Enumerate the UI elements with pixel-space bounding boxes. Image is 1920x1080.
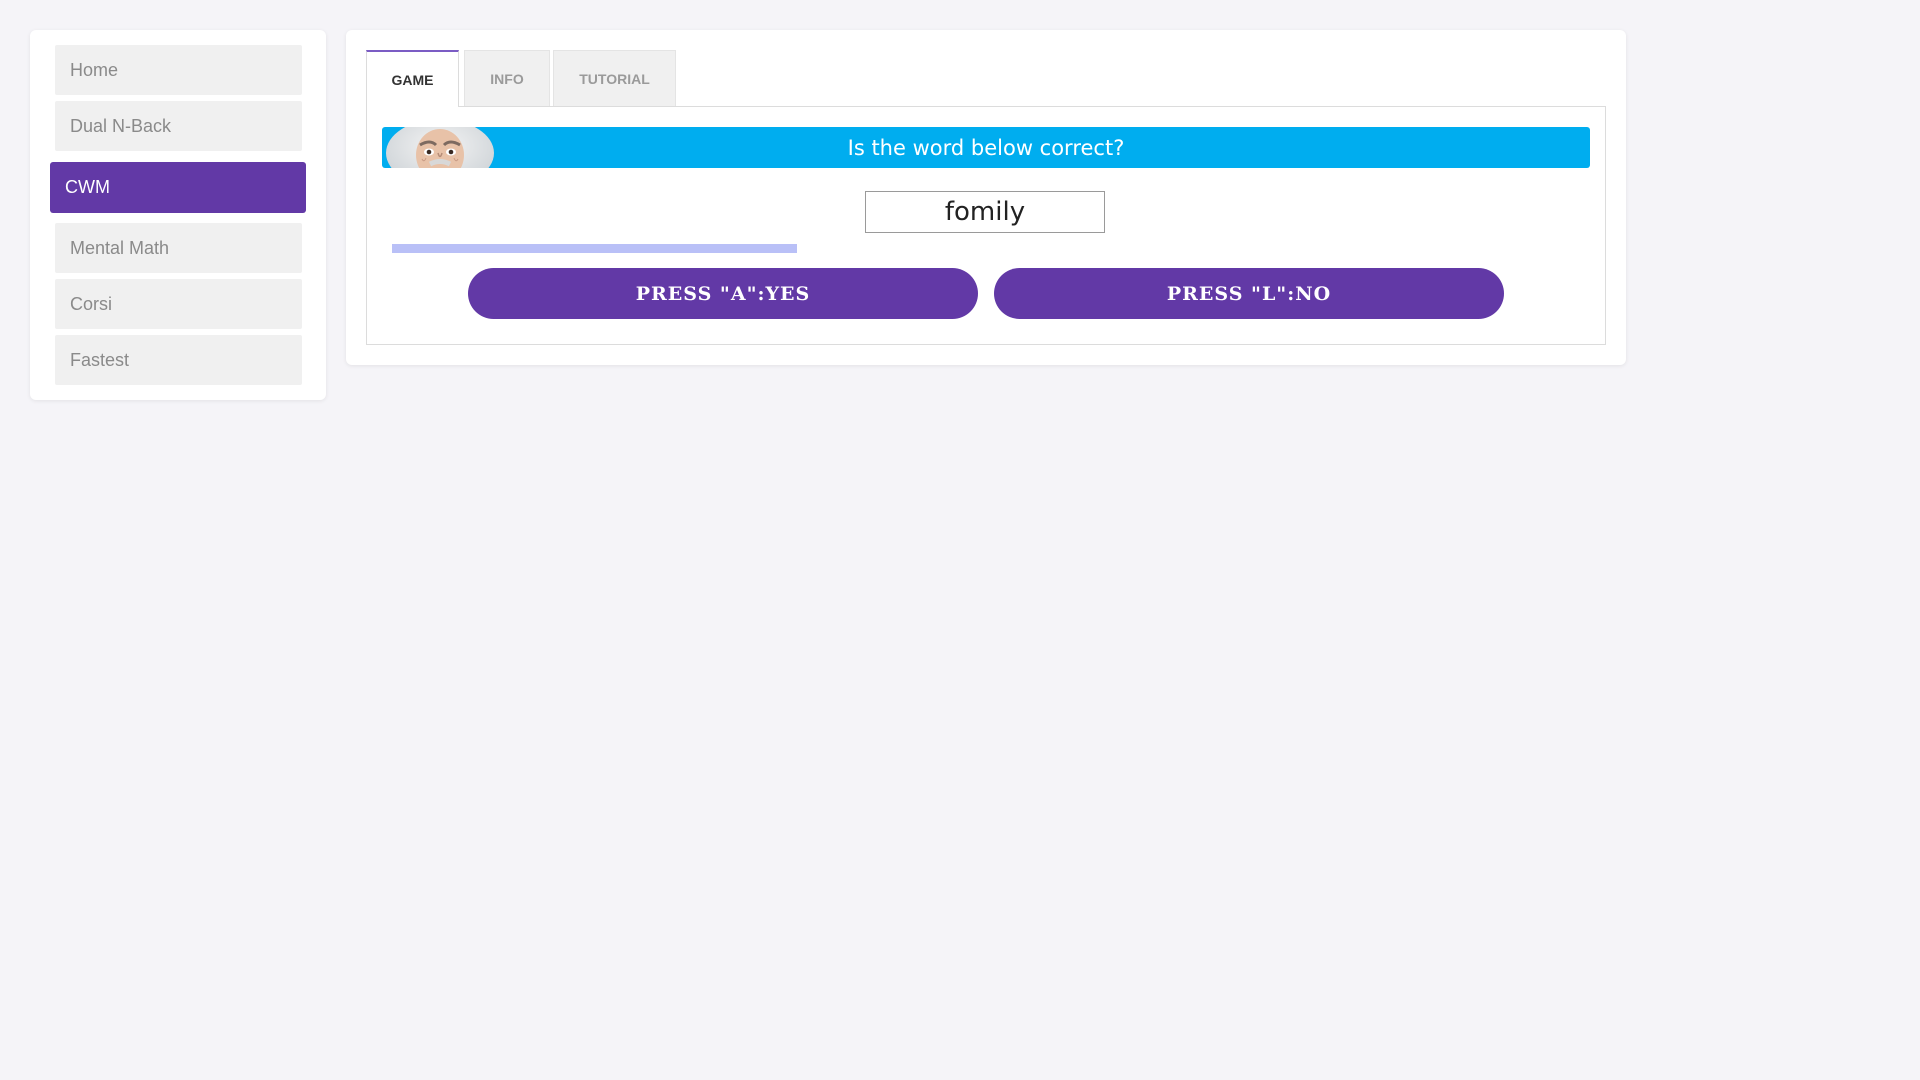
sidebar-nav: Home Dual N-Back CWM Mental Math Corsi F… [30,30,326,400]
sidebar-item-label: Home [70,59,119,80]
yes-button-label: PRESS "A":YES [635,282,811,305]
tab-label: TUTORIAL [579,71,650,87]
word-display: fomily [865,191,1105,233]
game-card: GAME INFO TUTORIAL Is the word below cor… [346,30,1626,365]
timer-bar [392,244,1582,253]
sidebar-item-label: Corsi [70,293,113,314]
tab-label: GAME [391,71,434,88]
word-text: fomily [944,197,1026,227]
sidebar-item-label: Fastest [70,349,130,370]
prompt-banner: Is the word below correct? [382,127,1590,168]
sidebar-item-corsi[interactable]: Corsi [55,279,302,329]
sidebar-item-label: Dual N-Back [70,115,172,136]
sidebar-item-label: CWM [65,177,110,197]
prompt-text: Is the word below correct? [847,135,1125,160]
timer-bar-fill [392,244,797,253]
sidebar-item-label: Mental Math [70,237,170,258]
sidebar-item-cwm[interactable]: CWM [50,162,306,213]
game-panel: Is the word below correct? fomily PRESS … [366,106,1606,345]
sidebar-item-dual-n-back[interactable]: Dual N-Back [55,101,302,151]
sidebar-item-mental-math[interactable]: Mental Math [55,223,302,273]
no-button-label: PRESS "L":NO [1166,282,1332,305]
yes-button[interactable]: PRESS "A":YES [468,268,978,319]
sidebar-item-fastest[interactable]: Fastest [55,335,302,385]
tab-game[interactable]: GAME [366,50,459,107]
tab-label: INFO [490,71,524,87]
tab-info[interactable]: INFO [464,50,550,107]
sidebar-item-home[interactable]: Home [55,45,302,95]
tab-tutorial[interactable]: TUTORIAL [553,50,676,107]
no-button[interactable]: PRESS "L":NO [994,268,1504,319]
